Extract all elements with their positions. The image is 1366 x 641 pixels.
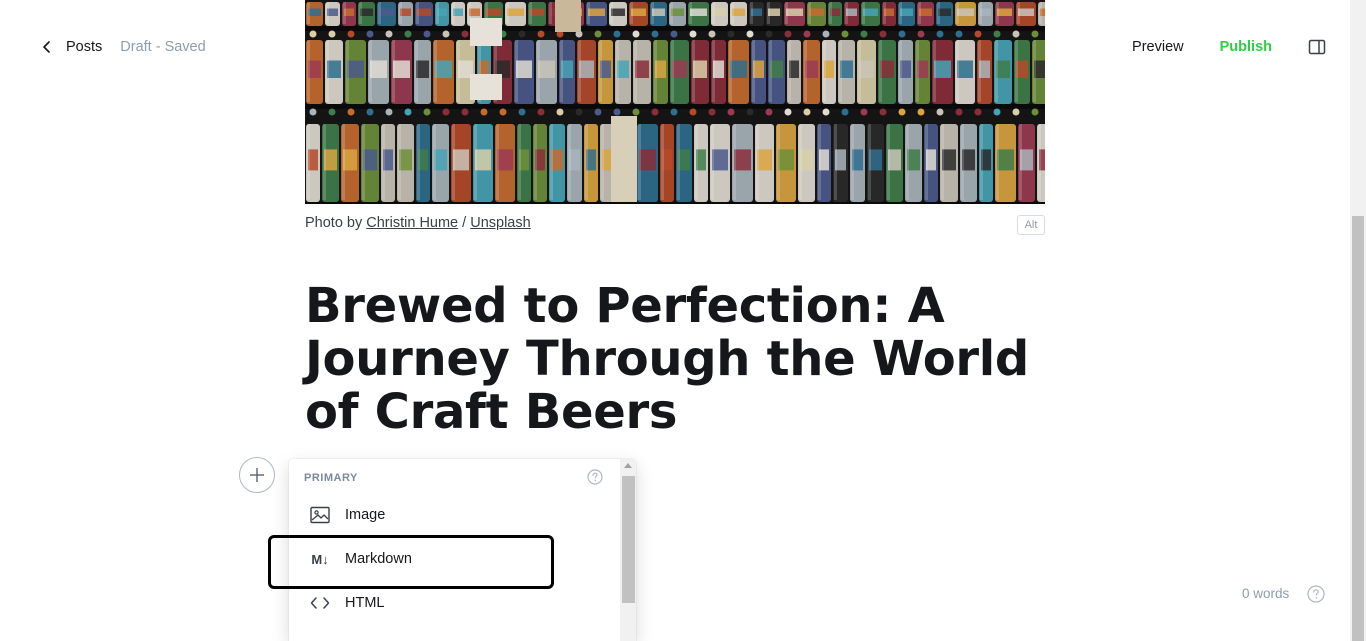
caption-author-link[interactable]: Christin Hume (366, 215, 458, 231)
topbar-right: Preview Publish (1132, 36, 1326, 58)
publish-button[interactable]: Publish (1220, 39, 1272, 55)
topbar-left: Posts Draft - Saved (40, 36, 206, 58)
plus-icon (250, 468, 264, 482)
add-card-button[interactable] (239, 457, 275, 493)
menu-item-html[interactable]: HTML (289, 583, 619, 623)
alt-text-button[interactable]: Alt (1017, 215, 1045, 235)
menu-item-image[interactable]: Image (289, 495, 619, 535)
menu-item-divider[interactable] (289, 627, 619, 641)
chevron-left-icon (43, 41, 50, 53)
image-icon (309, 506, 331, 524)
card-menu: PRIMARY Image M↓ Markdown HTML (289, 459, 636, 641)
post-title[interactable]: Brewed to Perfection: A Journey Through … (305, 280, 1065, 439)
preview-button[interactable]: Preview (1132, 39, 1184, 55)
caption-source-link[interactable]: Unsplash (470, 215, 530, 231)
help-icon[interactable] (587, 469, 603, 485)
image-caption[interactable]: Photo by Christin Hume / Unsplash (305, 215, 531, 231)
beer-shelf-photo (305, 0, 1045, 204)
menu-scroll-thumb[interactable] (622, 476, 635, 603)
menu-item-label: Image (345, 507, 386, 523)
markdown-icon: M↓ (311, 551, 329, 567)
save-status: Draft - Saved (120, 39, 206, 55)
scroll-up-arrow-icon[interactable] (624, 463, 632, 468)
menu-heading: PRIMARY (304, 472, 358, 484)
sidebar-toggle-icon[interactable] (1308, 38, 1326, 56)
menu-item-markdown[interactable]: M↓ Markdown (289, 539, 619, 579)
caption-prefix: Photo by (305, 215, 367, 231)
word-count: 0 words (1242, 586, 1290, 601)
menu-item-label: Markdown (345, 551, 412, 567)
feature-image[interactable] (305, 0, 1045, 204)
page-scroll-thumb[interactable] (1352, 216, 1364, 641)
menu-item-label: HTML (345, 595, 385, 611)
back-to-posts-link[interactable]: Posts (40, 39, 102, 55)
code-icon (309, 596, 331, 610)
back-link-label: Posts (66, 39, 103, 55)
help-icon[interactable] (1307, 585, 1325, 603)
caption-separator: / (458, 215, 471, 231)
